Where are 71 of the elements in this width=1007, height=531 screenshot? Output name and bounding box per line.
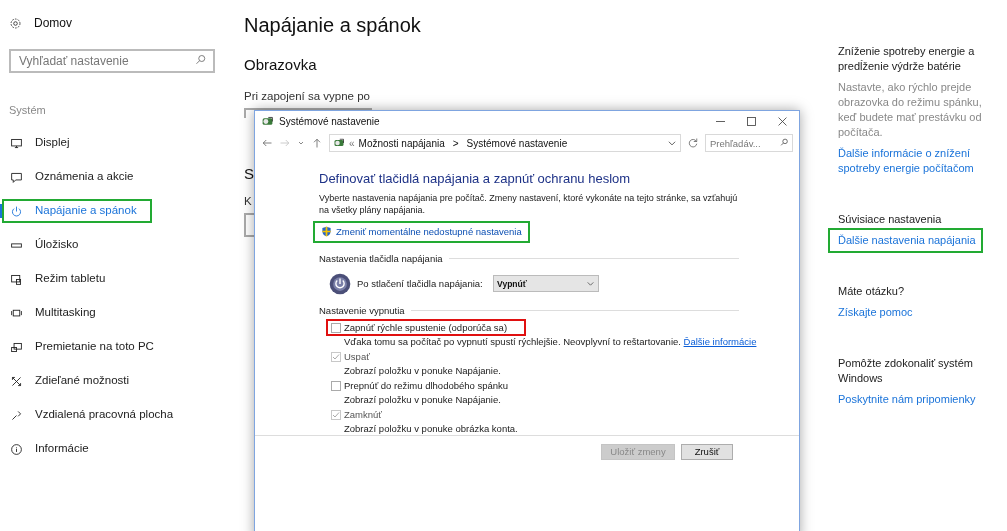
sidebar-item[interactable]: Oznámenia a akcie <box>0 160 232 194</box>
section-label: Systém <box>9 103 47 118</box>
dropdown[interactable]: Vypnúť <box>492 275 599 292</box>
section-heading: S <box>244 164 254 183</box>
info-heading: Súvisiace nastavenia <box>838 212 943 227</box>
group-label: Nastavenie vypnutia <box>319 304 405 317</box>
close-icon <box>778 116 787 126</box>
dropdown-value: Vypnúť <box>496 277 527 290</box>
info-heading: Máte otázku? <box>838 284 906 299</box>
control-panel-icon <box>261 114 274 128</box>
check-icon <box>332 410 340 419</box>
power-icon <box>10 204 23 218</box>
field-label: Pri zapojení sa vypne po <box>244 89 371 104</box>
breadcrumb-item[interactable]: Systémové nastavenie <box>466 135 568 151</box>
sidebar-item[interactable]: Napájanie a spánok <box>0 194 232 228</box>
sidebar-item[interactable]: Úložisko <box>0 228 232 262</box>
dialog-heading: Definovať tlačidlá napájania a zapnúť ochranu heslom <box>319 169 632 187</box>
search-field[interactable]: Prehľadáv... <box>705 134 793 153</box>
info-text: Nastavte, ako rýchlo prejde obrazovka do režimu spánku, keď budete mať prestávku od počítača. <box>838 80 983 140</box>
shield-icon <box>321 226 332 237</box>
intro-text: Vyberte nastavenia napájania pre počítač. Zmeny nastavení, ktoré vykonáte na tejto stránke, sa vzťahujú na všetky plány napájania. <box>319 191 739 216</box>
breadcrumb-item[interactable]: Možnosti napájania <box>358 135 445 151</box>
window-title: Systémové nastavenie <box>279 114 381 129</box>
option-description: Zobrazí položku v ponuke Napájanie. <box>344 364 501 376</box>
home-link[interactable]: Domov <box>34 14 72 32</box>
sidebar-item[interactable]: Zdieľané možnosti <box>0 364 232 398</box>
section-heading: Obrazovka <box>244 55 318 74</box>
gear-icon <box>9 16 22 30</box>
info-heading: Zníženie spotreby energie a predĺženie výdrže batérie <box>838 44 976 74</box>
check-icon <box>332 352 340 361</box>
sidebar-item[interactable]: Premietanie na toto PC <box>0 330 232 364</box>
field-label: Po stlačení tlačidla napájania: <box>357 277 483 290</box>
info-link[interactable]: Získajte pomoc <box>838 305 913 320</box>
power-button-icon <box>329 272 351 295</box>
info-icon <box>10 442 23 456</box>
overflow-chevron[interactable]: « <box>349 135 355 151</box>
option-description: Vďaka tomu sa počítač po vypnutí spustí rýchlejšie. Neovplyvní to reštartovanie. <box>344 335 681 347</box>
info-heading: Pomôžte zdokonaliť systém Windows <box>838 356 974 386</box>
sidebar-item[interactable]: Režim tabletu <box>0 262 232 296</box>
page-title: Napájanie a spánok <box>244 13 422 38</box>
search-icon <box>780 138 789 148</box>
maximize-icon <box>747 116 756 126</box>
info-link[interactable]: Ďalšie informácie o znížení spotreby energie počítačom <box>838 146 1003 176</box>
more-info-link[interactable]: Ďalšie informácie <box>683 335 757 347</box>
sidebar-item[interactable]: Displej <box>0 126 232 160</box>
message-icon <box>10 170 23 184</box>
info-link[interactable]: Ďalšie nastavenia napájania <box>838 233 976 248</box>
sidebar-item[interactable]: Vzdialená pracovná plocha <box>0 398 232 432</box>
projection-icon <box>10 340 23 354</box>
option-description: Zobrazí položku v ponuke Napájanie. <box>344 393 501 405</box>
dialog-button[interactable]: Zrušiť <box>681 443 733 460</box>
info-link[interactable]: Poskytnite nám pripomienky <box>838 392 976 407</box>
sidebar-item[interactable]: Multitasking <box>0 296 232 330</box>
breadcrumb-separator: > <box>452 136 459 151</box>
refresh-icon <box>687 137 699 150</box>
up-arrow-icon <box>311 137 323 150</box>
admin-link[interactable]: Zmeniť momentálne nedostupné nastavenia <box>321 225 522 238</box>
crossed-arrows-icon <box>10 374 23 388</box>
address-bar[interactable]: « Možnosti napájania > Systémové nastavenie <box>329 134 681 153</box>
tablet-icon <box>10 272 23 286</box>
checkbox-option[interactable]: Prepnúť do režimu dlhodobého spánku <box>331 379 739 392</box>
monitor-icon <box>10 136 23 150</box>
field-label: K <box>244 194 252 209</box>
group-label: Nastavenia tlačidla napájania <box>319 252 443 265</box>
option-description: Zobrazí položku v ponuke obrázka konta. <box>344 422 518 434</box>
search-field[interactable]: Vyhľadať nastavenie <box>9 49 215 73</box>
remote-icon <box>10 408 23 422</box>
sidebar-item[interactable]: Informácie <box>0 432 232 466</box>
search-icon <box>195 54 207 66</box>
chevron-down-icon <box>585 279 595 288</box>
checkbox-option[interactable]: Zapnúť rýchle spustenie (odporúča sa) <box>331 321 739 334</box>
